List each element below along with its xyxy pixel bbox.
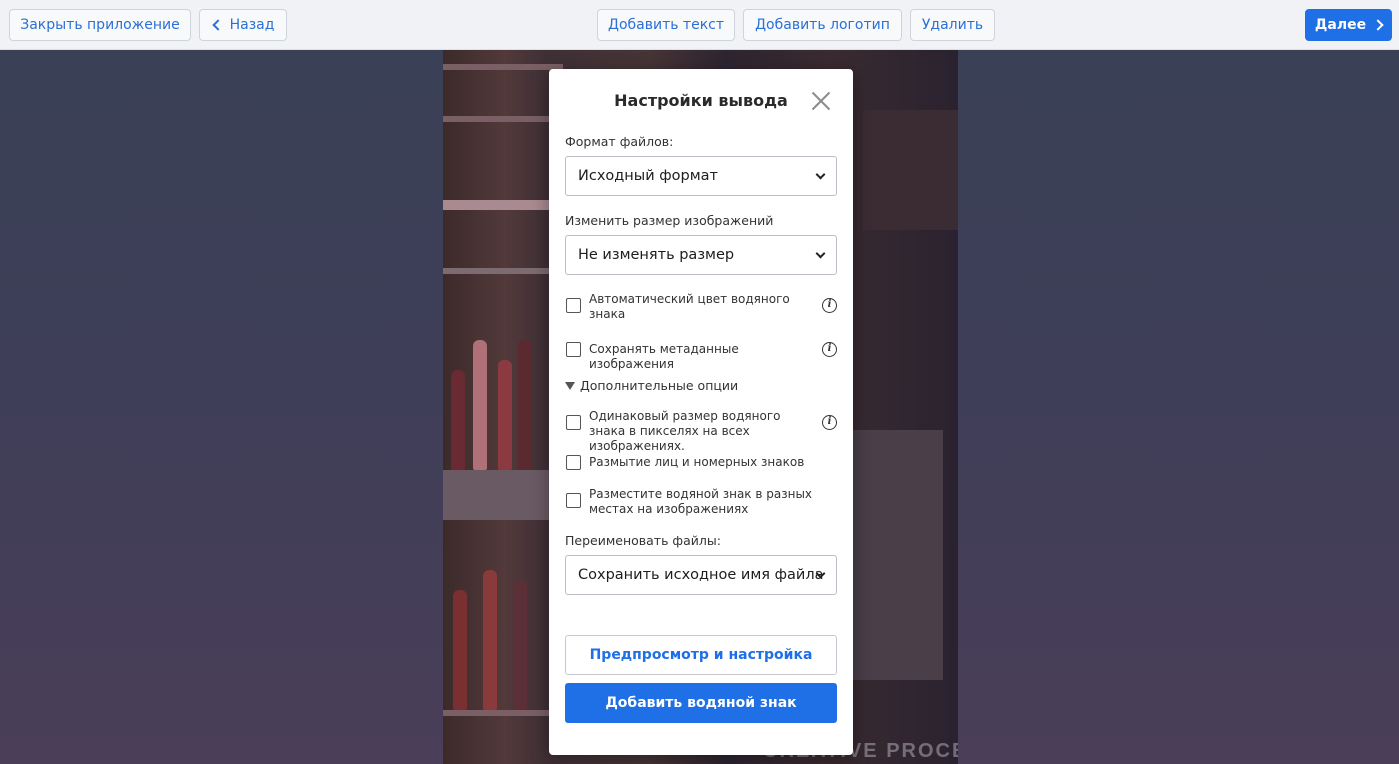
next-label: Далее [1314, 17, 1367, 33]
shelf [443, 200, 553, 210]
add-text-button[interactable]: Добавить текст [597, 9, 735, 41]
bottle [498, 360, 512, 470]
random-placement-checkbox[interactable] [566, 493, 581, 508]
triangle-down-icon [565, 381, 575, 390]
bottle [483, 570, 497, 710]
back-label: Назад [229, 17, 275, 33]
file-format-label: Формат файлов: [565, 134, 674, 149]
bottle [451, 370, 465, 470]
delete-button[interactable]: Удалить [910, 9, 995, 41]
shelf [443, 64, 563, 70]
preview-settings-button[interactable]: Предпросмотр и настройка [565, 635, 837, 675]
auto-color-checkbox[interactable] [566, 298, 581, 313]
resize-select[interactable]: Не изменять размер [565, 235, 837, 275]
bottle [453, 590, 467, 710]
resize-value: Не изменять размер [578, 247, 735, 263]
preview-settings-label: Предпросмотр и настройка [589, 647, 813, 663]
rename-label: Переименовать файлы: [565, 533, 721, 548]
add-logo-button[interactable]: Добавить логотип [743, 9, 902, 41]
info-icon[interactable]: i [822, 342, 837, 357]
add-watermark-label: Добавить водяной знак [605, 695, 797, 711]
dialog-title: Настройки вывода [614, 91, 788, 110]
advanced-options-label: Дополнительные опции [580, 378, 739, 393]
shelf [443, 710, 553, 716]
shelf [443, 470, 553, 520]
rename-select[interactable]: Сохранить исходное имя файла [565, 555, 837, 595]
chevron-down-icon [815, 169, 826, 180]
add-text-label: Добавить текст [608, 17, 724, 33]
same-size-label: Одинаковый размер водяного знака в пиксе… [589, 409, 781, 453]
add-logo-label: Добавить логотип [755, 17, 890, 33]
delete-label: Удалить [921, 17, 984, 33]
close-app-button[interactable]: Закрыть приложение [9, 9, 191, 41]
bottle [518, 340, 532, 470]
add-watermark-button[interactable]: Добавить водяной знак [565, 683, 837, 723]
file-format-select[interactable]: Исходный формат [565, 156, 837, 196]
blur-faces-label: Размытие лиц и номерных знаков [589, 455, 805, 469]
wall-panel [853, 430, 943, 680]
bottle [473, 340, 487, 470]
resize-label: Изменить размер изображений [565, 213, 774, 228]
shelf [443, 116, 553, 122]
same-size-checkbox[interactable] [566, 415, 581, 430]
random-placement-label: Разместите водяной знак в разных местах … [589, 487, 813, 516]
info-icon[interactable]: i [822, 415, 837, 430]
close-app-label: Закрыть приложение [20, 17, 180, 33]
rename-value: Сохранить исходное имя файла [578, 567, 824, 583]
next-button[interactable]: Далее [1305, 9, 1392, 41]
chevron-down-icon [815, 248, 826, 259]
close-icon[interactable] [811, 91, 831, 111]
file-format-value: Исходный формат [578, 168, 719, 184]
wall-panel [863, 110, 958, 230]
chevron-right-icon [1372, 19, 1384, 31]
top-toolbar: Закрыть приложение Назад Добавить текст … [0, 0, 1399, 50]
back-button[interactable]: Назад [199, 9, 287, 41]
shelf [443, 268, 553, 274]
keep-metadata-checkbox[interactable] [566, 342, 581, 357]
info-icon[interactable]: i [822, 298, 837, 313]
bottle [513, 580, 527, 710]
keep-metadata-label: Сохранять метаданные изображения [589, 342, 739, 371]
output-settings-dialog: Настройки вывода Формат файлов: Исходный… [549, 69, 853, 755]
advanced-options-toggle[interactable]: Дополнительные опции [565, 378, 738, 393]
blur-faces-checkbox[interactable] [566, 455, 581, 470]
auto-color-label: Автоматический цвет водяного знака [589, 292, 790, 321]
chevron-left-icon [211, 19, 224, 31]
